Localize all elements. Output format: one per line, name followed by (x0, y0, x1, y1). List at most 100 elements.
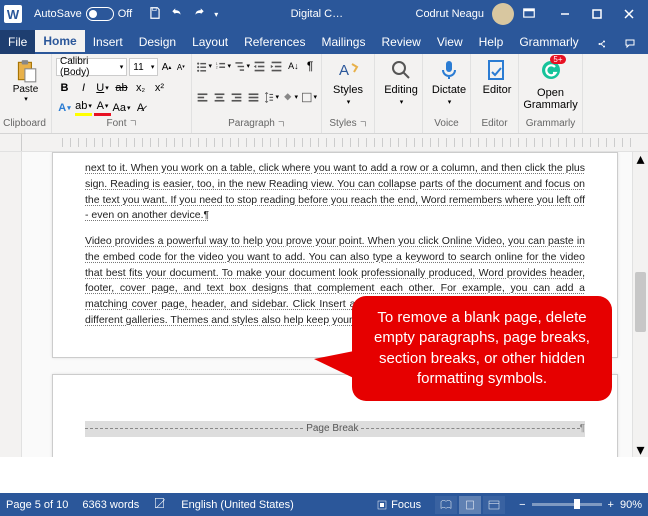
editor-group-label: Editor (475, 118, 514, 131)
page-break-marker[interactable]: Page Break ¶ (85, 421, 585, 437)
annotation-callout: To remove a blank page, delete empty par… (352, 296, 612, 401)
status-proofing-icon[interactable] (153, 496, 167, 513)
word-logo-icon: W (4, 5, 22, 23)
zoom-out-button[interactable]: − (519, 499, 525, 511)
styles-group: A Styles▾ Styles (322, 54, 375, 133)
ribbon-tabs: File Home Insert Design Layout Reference… (0, 28, 648, 54)
undo-icon[interactable] (170, 6, 184, 23)
autosave-label: AutoSave (34, 8, 82, 20)
horizontal-ruler[interactable] (0, 134, 648, 152)
bullets-icon[interactable]: ▾ (196, 58, 212, 74)
svg-text:2: 2 (216, 65, 218, 69)
grammarly-group-label: Grammarly (523, 118, 578, 131)
tab-home[interactable]: Home (35, 30, 84, 54)
tab-mailings[interactable]: Mailings (313, 30, 373, 54)
scrollbar-thumb[interactable] (635, 272, 646, 332)
styles-button[interactable]: A Styles▾ (326, 56, 370, 108)
callout-tail-icon (314, 349, 364, 383)
focus-mode-button[interactable]: Focus (376, 499, 421, 511)
grammarly-icon (539, 58, 563, 85)
print-layout-icon[interactable] (459, 496, 481, 514)
tab-file[interactable]: File (0, 30, 35, 54)
align-left-icon[interactable] (196, 89, 210, 105)
clear-format-icon[interactable]: A̷ (132, 99, 149, 116)
paste-button[interactable]: Paste ▾ (4, 58, 47, 103)
dictate-label: Dictate (432, 84, 466, 96)
decrease-indent-icon[interactable] (253, 58, 267, 74)
redo-icon[interactable] (192, 6, 206, 23)
close-button[interactable] (614, 3, 644, 25)
increase-indent-icon[interactable] (270, 58, 284, 74)
share-button[interactable] (590, 34, 614, 54)
pilcrow-icon: ¶ (580, 423, 585, 434)
text-effects-icon[interactable]: A▾ (56, 99, 73, 116)
font-name-combo[interactable]: Calibri (Body)▾ (56, 58, 127, 76)
tab-view[interactable]: View (429, 30, 471, 54)
tab-references[interactable]: References (236, 30, 313, 54)
change-case-icon[interactable]: Aa▾ (113, 99, 130, 116)
font-color-icon[interactable]: A▾ (94, 99, 111, 116)
web-layout-icon[interactable] (483, 496, 505, 514)
read-mode-icon[interactable] (435, 496, 457, 514)
tab-insert[interactable]: Insert (85, 30, 131, 54)
show-marks-icon[interactable]: ¶ (303, 58, 317, 74)
ribbon-display-icon[interactable] (522, 6, 536, 23)
font-size-combo[interactable]: 11▾ (129, 58, 158, 76)
sort-icon[interactable]: A↓ (287, 58, 301, 74)
line-spacing-icon[interactable]: ▾ (263, 89, 279, 105)
underline-button[interactable]: U▾ (94, 80, 111, 97)
tab-layout[interactable]: Layout (184, 30, 236, 54)
editing-group: Editing▾ (375, 54, 423, 133)
user-avatar-icon[interactable] (492, 3, 514, 25)
shrink-font-icon[interactable]: A▾ (175, 60, 187, 74)
document-title: Digital C… (218, 8, 415, 20)
save-icon[interactable] (148, 6, 162, 23)
doc-paragraph-1[interactable]: next to it. When you work on a table, cl… (85, 162, 585, 221)
tab-design[interactable]: Design (131, 30, 184, 54)
grammarly-group: Open Grammarly Grammarly (519, 54, 583, 133)
zoom-slider[interactable] (532, 503, 602, 506)
zoom-in-button[interactable]: + (608, 499, 614, 511)
zoom-control[interactable]: − + 90% (519, 499, 642, 511)
styles-group-label: Styles (329, 118, 356, 129)
editing-button[interactable]: Editing▾ (379, 56, 423, 108)
autosave-toggle[interactable]: AutoSave Off (34, 7, 132, 21)
comments-button[interactable] (618, 34, 642, 54)
editor-label: Editor (483, 84, 512, 96)
align-center-icon[interactable] (213, 89, 227, 105)
align-right-icon[interactable] (230, 89, 244, 105)
multilevel-icon[interactable]: ▾ (234, 58, 250, 74)
highlight-icon[interactable]: ab▾ (75, 99, 92, 116)
grammarly-button[interactable]: Open Grammarly (523, 56, 578, 113)
paragraph-group-label: Paragraph (228, 118, 275, 129)
bold-button[interactable]: B (56, 80, 73, 97)
borders-icon[interactable]: ▾ (301, 89, 317, 105)
minimize-button[interactable] (550, 3, 580, 25)
titlebar: W AutoSave Off ▾ Digital C… Codrut Neagu (0, 0, 648, 28)
scroll-up-icon[interactable]: ▴ (633, 152, 648, 166)
user-name[interactable]: Codrut Neagu (416, 8, 485, 20)
editor-button[interactable]: Editor (475, 56, 519, 98)
status-language[interactable]: English (United States) (181, 499, 294, 511)
justify-icon[interactable] (246, 89, 260, 105)
subscript-button[interactable]: x₂ (132, 80, 149, 97)
italic-button[interactable]: I (75, 80, 92, 97)
status-words[interactable]: 6363 words (82, 499, 139, 511)
tab-grammarly[interactable]: Grammarly (511, 30, 586, 54)
tab-review[interactable]: Review (373, 30, 428, 54)
numbering-icon[interactable]: 12▾ (215, 58, 231, 74)
status-page[interactable]: Page 5 of 10 (6, 499, 68, 511)
superscript-button[interactable]: x² (151, 80, 168, 97)
scroll-down-icon[interactable]: ▾ (633, 443, 648, 457)
shading-icon[interactable]: ▾ (282, 89, 298, 105)
clipboard-group: Paste ▾ Clipboard (0, 54, 52, 133)
toggle-off-icon[interactable] (86, 7, 114, 21)
zoom-percent[interactable]: 90% (620, 499, 642, 511)
strike-button[interactable]: ab (113, 80, 130, 97)
dictate-button[interactable]: Dictate▾ (427, 56, 471, 108)
maximize-button[interactable] (582, 3, 612, 25)
tab-help[interactable]: Help (471, 30, 512, 54)
vertical-ruler[interactable] (0, 152, 22, 457)
grow-font-icon[interactable]: A▴ (160, 60, 172, 74)
vertical-scrollbar[interactable]: ▴ ▾ (632, 152, 648, 457)
